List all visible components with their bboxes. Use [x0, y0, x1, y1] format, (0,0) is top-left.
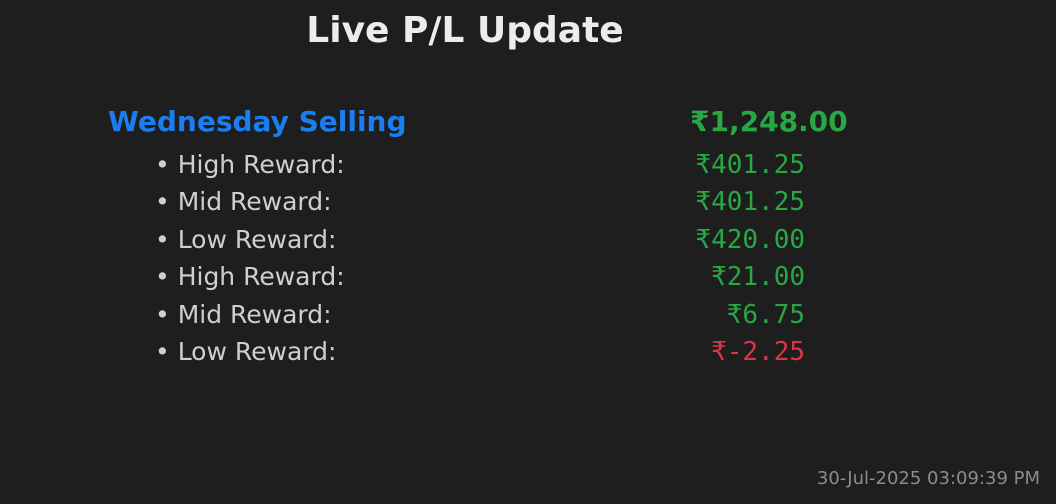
leg-row: • Mid Reward: ₹401.25: [0, 183, 1056, 220]
leg-label: • High Reward:: [155, 262, 345, 292]
leg-pl-value: ₹420.00: [695, 224, 805, 255]
leg-label: • Low Reward:: [155, 336, 337, 366]
leg-row: • Low Reward: ₹420.00: [0, 221, 1056, 258]
leg-row: • High Reward: ₹401.25: [0, 146, 1056, 183]
page-title: Live P/L Update: [306, 10, 624, 51]
leg-pl-value: ₹21.00: [711, 262, 805, 293]
leg-row: • Low Reward: ₹-2.25: [0, 333, 1056, 370]
leg-list: • High Reward: ₹401.25 • Mid Reward: ₹401.2…: [0, 146, 1056, 370]
leg-label: • Low Reward:: [155, 224, 337, 254]
leg-pl-value: ₹401.25: [695, 150, 805, 180]
leg-label: • Mid Reward:: [155, 299, 332, 329]
leg-row: • High Reward: ₹21.00: [0, 258, 1056, 295]
leg-row: • Mid Reward: ₹6.75: [0, 296, 1056, 333]
strategy-total-pl: ₹1,248.00: [690, 105, 848, 138]
leg-pl-value: ₹-2.25: [711, 336, 805, 367]
leg-pl-value: ₹6.75: [726, 299, 805, 330]
leg-pl-value: ₹401.25: [695, 187, 805, 218]
leg-label: • High Reward:: [155, 150, 345, 179]
leg-label: • Mid Reward:: [155, 187, 332, 217]
last-updated-timestamp: 30-Jul-2025 03:09:39 PM: [816, 468, 1040, 489]
strategy-name: Wednesday Selling: [108, 105, 407, 138]
